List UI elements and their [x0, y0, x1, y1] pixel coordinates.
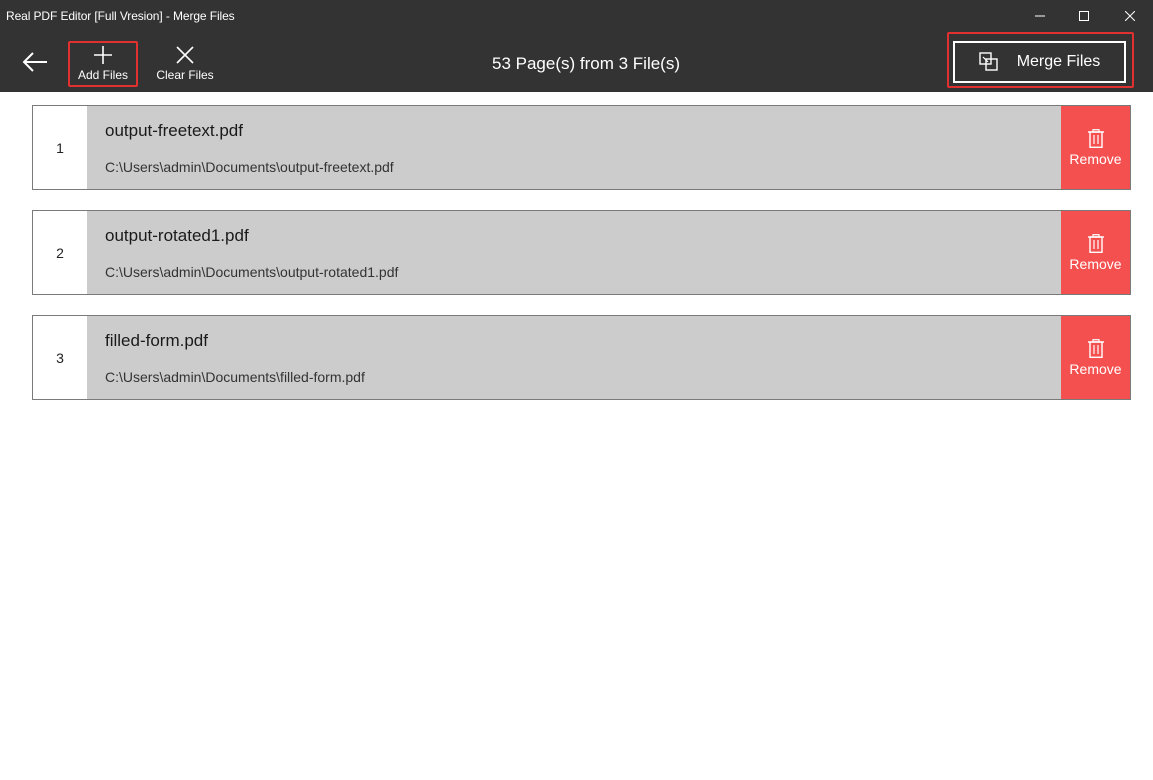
merge-files-button[interactable]: Merge Files	[953, 41, 1126, 83]
file-info: filled-form.pdf C:\Users\admin\Documents…	[87, 316, 1061, 399]
file-path: C:\Users\admin\Documents\output-rotated1…	[105, 264, 399, 280]
page-count-summary: 53 Page(s) from 3 File(s)	[492, 54, 680, 73]
file-row[interactable]: 1 output-freetext.pdf C:\Users\admin\Doc…	[32, 105, 1131, 190]
file-name: output-rotated1.pdf	[105, 226, 249, 245]
trash-icon	[1087, 233, 1104, 253]
file-index: 3	[56, 349, 64, 366]
file-index: 2	[56, 244, 64, 261]
file-index: 1	[56, 139, 64, 156]
clear-files-label: Clear Files	[156, 68, 214, 82]
add-files-button[interactable]: Add Files	[68, 41, 138, 87]
back-button[interactable]	[14, 46, 56, 78]
arrow-left-icon	[22, 52, 47, 72]
plus-icon	[94, 46, 112, 64]
file-name: filled-form.pdf	[105, 331, 208, 350]
merge-files-label: Merge Files	[1016, 53, 1101, 70]
maximize-icon	[1079, 11, 1089, 21]
close-icon	[1125, 11, 1135, 21]
remove-label: Remove	[1069, 360, 1122, 377]
merge-icon	[979, 52, 998, 71]
add-files-label: Add Files	[77, 68, 129, 82]
trash-icon	[1087, 338, 1104, 358]
minimize-button[interactable]	[1017, 0, 1063, 32]
remove-button[interactable]: Remove	[1061, 211, 1130, 294]
remove-button[interactable]: Remove	[1061, 316, 1130, 399]
remove-label: Remove	[1069, 150, 1122, 167]
file-row[interactable]: 2 output-rotated1.pdf C:\Users\admin\Doc…	[32, 210, 1131, 295]
minimize-icon	[1035, 15, 1045, 17]
close-icon	[176, 46, 194, 64]
file-name: output-freetext.pdf	[105, 121, 243, 140]
file-info: output-rotated1.pdf C:\Users\admin\Docum…	[87, 211, 1061, 294]
file-row[interactable]: 3 filled-form.pdf C:\Users\admin\Documen…	[32, 315, 1131, 400]
file-path: C:\Users\admin\Documents\output-freetext…	[105, 159, 394, 175]
file-info: output-freetext.pdf C:\Users\admin\Docum…	[87, 106, 1061, 189]
remove-label: Remove	[1069, 255, 1122, 272]
file-path: C:\Users\admin\Documents\filled-form.pdf	[105, 369, 365, 385]
clear-files-button[interactable]: Clear Files	[152, 43, 218, 89]
remove-button[interactable]: Remove	[1061, 106, 1130, 189]
trash-icon	[1087, 128, 1104, 148]
title-bar: Real PDF Editor [Full Vresion] - Merge F…	[0, 0, 1153, 32]
maximize-button[interactable]	[1061, 0, 1107, 32]
close-window-button[interactable]	[1107, 0, 1153, 32]
window-title: Real PDF Editor [Full Vresion] - Merge F…	[6, 9, 235, 23]
file-list: 1 output-freetext.pdf C:\Users\admin\Doc…	[32, 105, 1131, 420]
toolbar: Add Files Clear Files 53 Page(s) from 3 …	[0, 32, 1153, 92]
